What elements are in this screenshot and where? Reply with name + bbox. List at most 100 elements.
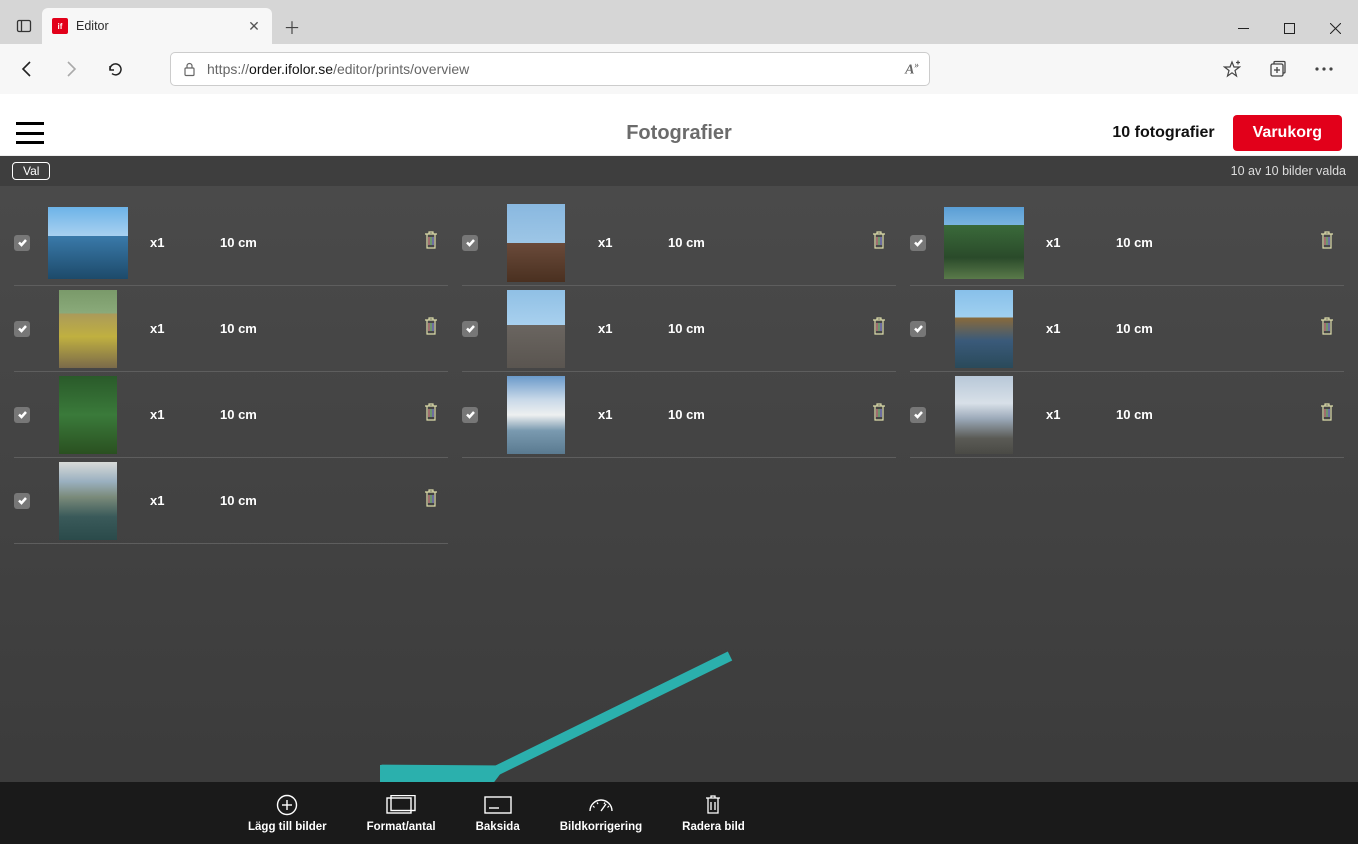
trash-icon[interactable]: [422, 401, 440, 428]
thumbnail[interactable]: [59, 376, 117, 454]
tab-strip: if Editor ✕ ＋: [0, 0, 1358, 44]
app: Fotografier 10 fotografier Varukorg Val …: [0, 111, 1358, 844]
size: 10 cm: [1116, 235, 1256, 250]
thumbnail[interactable]: [507, 376, 565, 454]
minimize-button[interactable]: [1220, 12, 1266, 44]
thumbnail[interactable]: [48, 207, 128, 279]
thumbnail[interactable]: [59, 462, 117, 540]
trash-icon[interactable]: [1318, 229, 1336, 256]
close-icon[interactable]: ✕: [246, 18, 262, 34]
size: 10 cm: [668, 321, 808, 336]
add-images-button[interactable]: Lägg till bilder: [248, 794, 327, 833]
app-header: Fotografier 10 fotografier Varukorg: [0, 111, 1358, 156]
size: 10 cm: [220, 235, 360, 250]
quantity: x1: [598, 407, 658, 422]
checkbox[interactable]: [14, 321, 30, 337]
quantity: x1: [1046, 235, 1106, 250]
thumbnail[interactable]: [955, 290, 1013, 368]
checkbox[interactable]: [910, 407, 926, 423]
trash-icon[interactable]: [870, 229, 888, 256]
size: 10 cm: [1116, 321, 1256, 336]
more-button[interactable]: [1304, 50, 1344, 88]
tab-actions-icon[interactable]: [6, 8, 42, 44]
maximize-button[interactable]: [1266, 12, 1312, 44]
photo-row: x1 10 cm: [462, 200, 896, 286]
quantity: x1: [598, 321, 658, 336]
window-controls: [1220, 12, 1358, 44]
trash-icon[interactable]: [422, 487, 440, 514]
quantity: x1: [150, 493, 210, 508]
gauge-icon: [588, 794, 614, 816]
trash-icon[interactable]: [1318, 401, 1336, 428]
photo-row: x1 10 cm: [910, 286, 1344, 372]
thumbnail[interactable]: [944, 207, 1024, 279]
size: 10 cm: [668, 235, 808, 250]
thumbnail[interactable]: [955, 376, 1013, 454]
checkbox[interactable]: [910, 235, 926, 251]
checkbox[interactable]: [14, 235, 30, 251]
page-title: Fotografier: [626, 122, 732, 145]
backside-icon: [484, 794, 512, 816]
quantity: x1: [150, 235, 210, 250]
format-button[interactable]: Format/antal: [367, 794, 436, 833]
format-icon: [386, 794, 416, 816]
selection-bar: Val 10 av 10 bilder valda: [0, 156, 1358, 186]
close-window-button[interactable]: [1312, 12, 1358, 44]
photo-row: x1 10 cm: [14, 372, 448, 458]
checkbox[interactable]: [462, 235, 478, 251]
photo-row: x1 10 cm: [910, 200, 1344, 286]
favicon-icon: if: [52, 18, 68, 34]
address-bar[interactable]: https://order.ifolor.se/editor/prints/ov…: [170, 52, 930, 86]
correction-button[interactable]: Bildkorrigering: [560, 794, 642, 833]
selection-button[interactable]: Val: [12, 162, 50, 180]
photo-row: x1 10 cm: [14, 286, 448, 372]
photo-row: x110 cm: [910, 372, 1344, 458]
selection-status: 10 av 10 bilder valda: [1231, 164, 1346, 178]
tab-title: Editor: [76, 19, 238, 33]
bottom-toolbar: Lägg till bilder Format/antal Baksida Bi…: [0, 782, 1358, 844]
plus-circle-icon: [276, 794, 298, 816]
photo-row: x1 10 cm: [14, 200, 448, 286]
checkbox[interactable]: [14, 407, 30, 423]
forward-button: [52, 50, 90, 88]
browser-tab[interactable]: if Editor ✕: [42, 8, 272, 44]
trash-icon[interactable]: [870, 401, 888, 428]
trash-icon: [704, 794, 722, 816]
quantity: x1: [1046, 321, 1106, 336]
size: 10 cm: [220, 493, 360, 508]
menu-button[interactable]: [16, 122, 44, 144]
new-tab-button[interactable]: ＋: [276, 10, 308, 42]
quantity: x1: [150, 321, 210, 336]
quantity: x1: [598, 235, 658, 250]
size: 10 cm: [220, 407, 360, 422]
favorites-button[interactable]: [1212, 50, 1252, 88]
quantity: x1: [1046, 407, 1106, 422]
delete-button[interactable]: Radera bild: [682, 794, 745, 833]
checkbox[interactable]: [14, 493, 30, 509]
photo-count: 10 fotografier: [1112, 124, 1214, 142]
url-bar-row: https://order.ifolor.se/editor/prints/ov…: [0, 44, 1358, 94]
backside-button[interactable]: Baksida: [476, 794, 520, 833]
checkbox[interactable]: [462, 407, 478, 423]
reader-icon[interactable]: A»: [905, 60, 919, 79]
thumbnail[interactable]: [507, 204, 565, 282]
checkbox[interactable]: [910, 321, 926, 337]
trash-icon[interactable]: [422, 229, 440, 256]
trash-icon[interactable]: [1318, 315, 1336, 342]
refresh-button[interactable]: [96, 50, 134, 88]
lock-icon: [181, 62, 197, 77]
back-button[interactable]: [8, 50, 46, 88]
photo-row: x1 10 cm: [462, 286, 896, 372]
size: 10 cm: [668, 407, 808, 422]
checkbox[interactable]: [462, 321, 478, 337]
size: 10 cm: [220, 321, 360, 336]
collections-button[interactable]: [1258, 50, 1298, 88]
quantity: x1: [150, 407, 210, 422]
trash-icon[interactable]: [870, 315, 888, 342]
photo-row: x1 10 cm: [462, 372, 896, 458]
cart-button[interactable]: Varukorg: [1233, 115, 1342, 151]
thumbnail[interactable]: [59, 290, 117, 368]
thumbnail[interactable]: [507, 290, 565, 368]
photo-row: x1 10 cm: [14, 458, 448, 544]
trash-icon[interactable]: [422, 315, 440, 342]
